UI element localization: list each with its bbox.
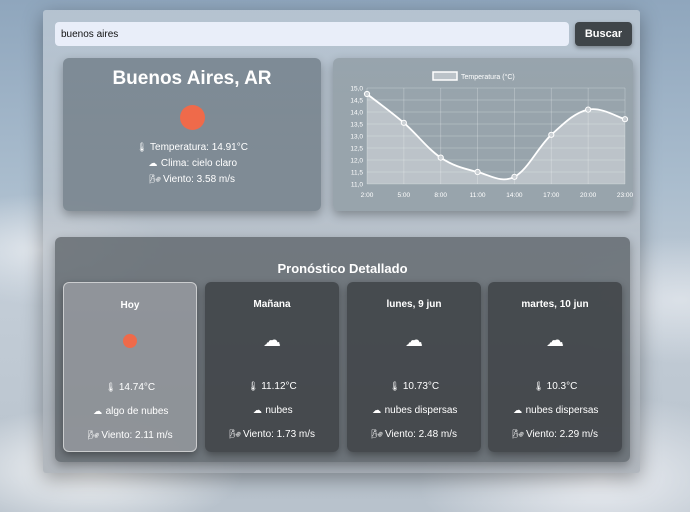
cloud-icon: ☁	[263, 330, 281, 350]
x-tick-label: 20:00	[580, 192, 597, 199]
legend-label: Temperatura (°C)	[461, 73, 515, 81]
x-tick-label: 8:00	[434, 192, 447, 199]
data-point	[400, 119, 407, 126]
search-input[interactable]	[55, 22, 569, 46]
forecast-day: lunes, 9 jun	[386, 299, 442, 310]
legend-swatch	[432, 71, 458, 81]
forecast-temp: 🌡 10.3°C	[532, 381, 578, 392]
forecast-wind: 🌬 Viento: 2.48 m/s	[371, 429, 458, 440]
y-tick-label: 11,5	[351, 170, 364, 177]
sun-icon	[179, 105, 205, 130]
y-tick-label: 14,5	[350, 98, 363, 105]
data-point	[511, 173, 518, 180]
city-title: Buenos Aires, AR	[112, 68, 272, 89]
forecast-day: Hoy	[120, 300, 140, 311]
forecast-desc: ☁ nubes dispersas	[513, 405, 599, 416]
forecast-section: Pronóstico Detallado Hoy 🌡 14.74°C ☁ algo …	[55, 237, 630, 462]
forecast-wind: 🌬 Viento: 2.29 m/s	[512, 429, 599, 440]
x-tick-label: 11:00	[470, 192, 486, 199]
cloud-icon: ☁	[405, 330, 423, 350]
data-point	[585, 106, 592, 113]
forecast-card-tomorrow[interactable]: Mañana ☁ 🌡 11.12°C ☁ nubes 🌬 Viento: 1.73 m…	[205, 282, 339, 452]
x-tick-label: 14:00	[506, 192, 523, 199]
cloud-small-icon: ☁	[513, 405, 523, 415]
wind-icon: 🌬	[149, 174, 161, 184]
current-wind: 🌬 Viento: 3.58 m/s	[149, 174, 236, 185]
thermometer-icon: 🌡	[136, 142, 148, 152]
forecast-wind: 🌬 Viento: 1.73 m/s	[229, 429, 316, 440]
data-point	[474, 168, 481, 176]
y-tick-label: 14,0	[350, 110, 363, 117]
temperature-chart-card: Temperatura (°C) 15,0 14,5 14,0 13,5 13,0 12,5…	[333, 58, 634, 211]
data-point	[621, 116, 629, 123]
thermometer-icon: 🌡	[105, 382, 117, 392]
cloud-small-icon: ☁	[93, 406, 103, 416]
wind-icon: 🌬	[512, 429, 524, 439]
thermometer-icon: 🌡	[247, 381, 259, 391]
data-point	[437, 154, 444, 161]
forecast-wind: 🌬 Viento: 2.11 m/s	[87, 430, 173, 441]
forecast-desc: ☁ nubes	[252, 405, 293, 416]
forecast-temp: 🌡 10.73°C	[389, 381, 440, 392]
forecast-card-monday[interactable]: lunes, 9 jun ☁ 🌡 10.73°C ☁ nubes dispersas…	[347, 282, 481, 452]
current-weather-card: Buenos Aires, AR 🌡 Temperatura: 14.91°C ☁…	[63, 58, 321, 211]
forecast-title: Pronóstico Detallado	[277, 261, 408, 276]
forecast-day: martes, 10 jun	[521, 299, 589, 310]
x-tick-label: 23:00	[617, 192, 633, 199]
y-tick-label: 13,0	[350, 134, 363, 141]
y-tick-label: 12,5	[350, 146, 363, 153]
search-button[interactable]: Buscar	[575, 22, 632, 46]
forecast-card-tuesday[interactable]: martes, 10 jun ☁ 🌡 10.3°C ☁ nubes dispersa…	[488, 282, 622, 452]
cloud-small-icon: ☁	[372, 405, 382, 415]
forecast-card-today[interactable]: Hoy 🌡 14.74°C ☁ algo de nubes 🌬 Viento: 2.1…	[63, 282, 197, 452]
y-tick-label: 11,0	[351, 182, 364, 189]
y-tick-label: 13,5	[350, 122, 363, 129]
search-bar: Buscar	[55, 22, 632, 46]
cloud-small-icon: ☁	[252, 405, 262, 415]
cloud-small-icon: ☁	[148, 158, 158, 168]
forecast-desc: ☁ algo de nubes	[93, 406, 169, 417]
thermometer-icon: 🌡	[532, 381, 545, 391]
forecast-day: Mañana	[253, 299, 291, 310]
thermometer-icon: 🌡	[389, 381, 401, 391]
x-tick-label: 2:00	[361, 192, 374, 199]
data-point	[363, 90, 371, 98]
forecast-temp: 🌡 11.12°C	[247, 381, 297, 392]
x-tick-label: 5:00	[398, 192, 411, 199]
sun-icon	[123, 334, 137, 348]
x-tick-label: 17:00	[543, 192, 560, 199]
wind-icon: 🌬	[371, 429, 383, 439]
wind-icon: 🌬	[87, 430, 100, 440]
temperature-chart: Temperatura (°C) 15,0 14,5 14,0 13,5 13,0 12,5…	[350, 71, 634, 199]
forecast-temp: 🌡 14.74°C	[105, 382, 156, 393]
forecast-desc: ☁ nubes dispersas	[372, 405, 458, 416]
y-tick-label: 15,0	[350, 86, 363, 93]
cloud-icon: ☁	[546, 330, 564, 350]
wind-icon: 🌬	[229, 429, 241, 439]
current-climate: ☁ Clima: cielo claro	[148, 158, 238, 169]
weather-app: Buscar Buenos Aires, AR 🌡Temperatura: 14…	[43, 10, 640, 473]
data-point	[548, 131, 555, 138]
current-temperature: 🌡 Temperatura: 14.91°C	[136, 142, 248, 153]
y-tick-label: 12,0	[350, 158, 363, 165]
